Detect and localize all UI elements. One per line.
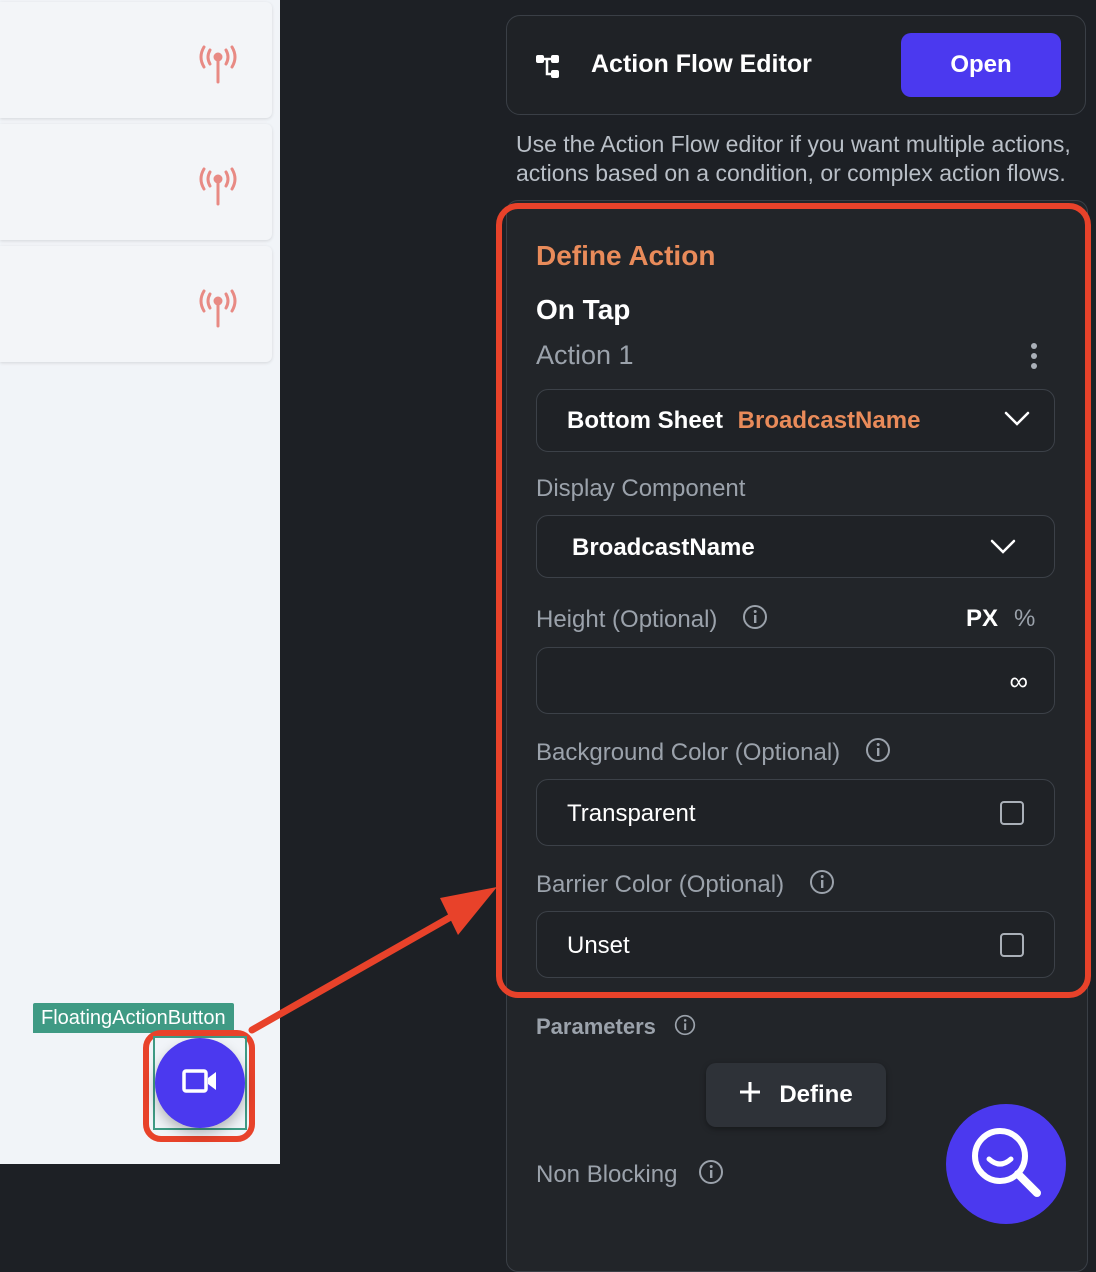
- broadcast-icon: [196, 164, 240, 213]
- parameters-label-row: Parameters: [536, 1014, 696, 1042]
- app-canvas: FloatingActionButton: [0, 0, 280, 1164]
- broadcast-icon: [196, 42, 240, 91]
- info-icon[interactable]: [674, 1014, 696, 1042]
- define-action-highlight-frame: [496, 203, 1091, 998]
- action-flow-editor-title: Action Flow Editor: [591, 50, 812, 78]
- list-item[interactable]: [0, 124, 272, 240]
- canvas-gutter: [280, 0, 486, 1256]
- videocam-icon: [182, 1068, 218, 1099]
- action-flow-editor-card: Action Flow Editor Open: [506, 15, 1086, 115]
- define-button-label: Define: [779, 1081, 853, 1108]
- search-icon: [967, 1123, 1045, 1206]
- flow-tree-icon: [535, 54, 561, 85]
- fab-widget-label: FloatingActionButton: [33, 1003, 234, 1033]
- info-icon[interactable]: [698, 1159, 724, 1192]
- non-blocking-label-row: Non Blocking: [536, 1159, 724, 1192]
- define-parameters-button[interactable]: Define: [706, 1063, 886, 1127]
- action-flow-description: Use the Action Flow editor if you want m…: [516, 131, 1071, 186]
- list-item[interactable]: [0, 2, 272, 118]
- open-action-flow-button[interactable]: Open: [901, 33, 1061, 97]
- parameters-label: Parameters: [536, 1014, 656, 1039]
- floating-action-button[interactable]: [155, 1038, 245, 1128]
- non-blocking-label: Non Blocking: [536, 1160, 678, 1188]
- list-item[interactable]: [0, 246, 272, 362]
- broadcast-icon: [196, 286, 240, 335]
- plus-icon: [739, 1081, 761, 1110]
- help-search-button[interactable]: [946, 1104, 1066, 1224]
